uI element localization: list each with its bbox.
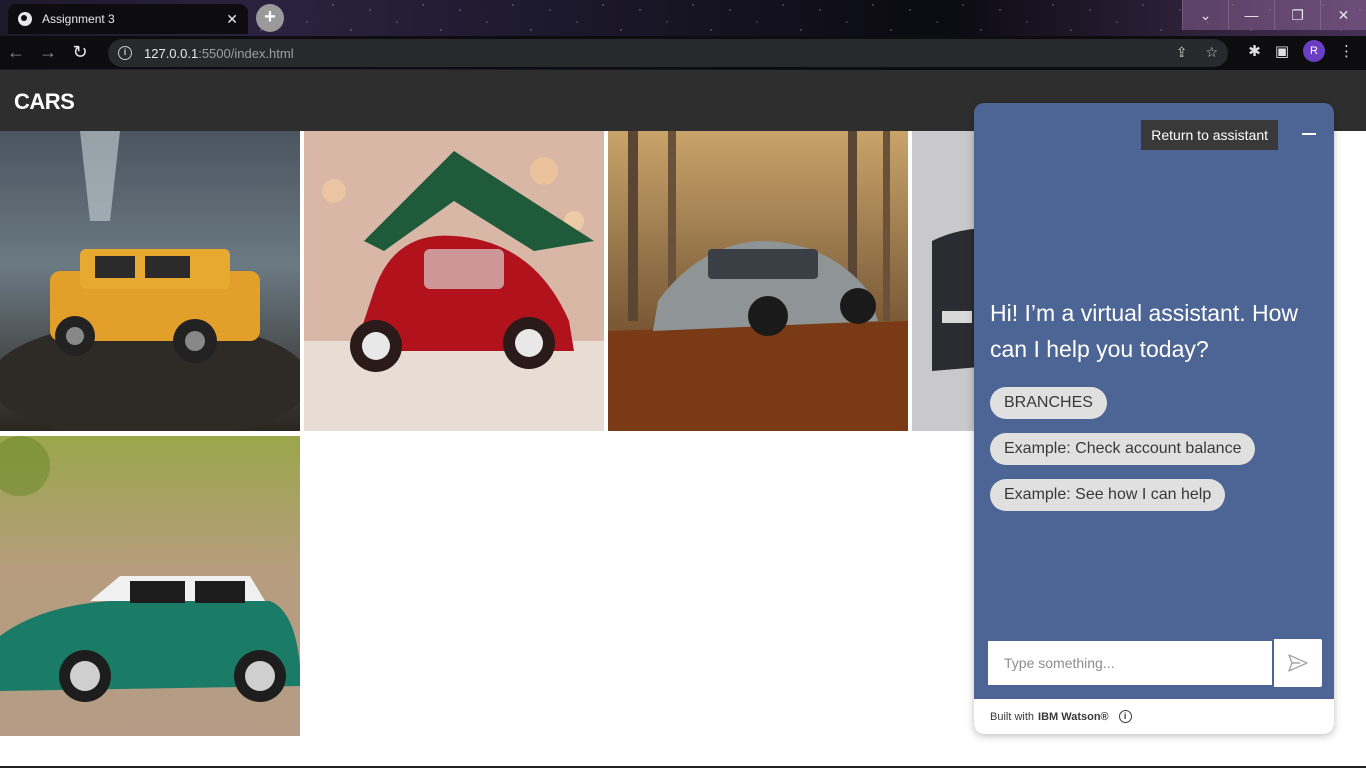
bookmark-star-icon[interactable]: ☆ (1205, 44, 1218, 61)
browser-tab[interactable]: Assignment 3 ✕ (8, 4, 248, 34)
restore-window-button[interactable]: ❐ (1274, 0, 1320, 30)
page-title: CARS (14, 89, 75, 114)
new-tab-button[interactable]: + (256, 4, 284, 32)
url-path: :5500/index.html (198, 45, 294, 61)
chip-branches[interactable]: BRANCHES (990, 387, 1107, 419)
tab-title: Assignment 3 (42, 12, 115, 26)
footer-prefix: Built with (990, 710, 1035, 723)
footer-brand: IBM Watson® (1038, 710, 1109, 723)
minimize-icon[interactable] (1302, 133, 1316, 135)
back-button[interactable]: ← (0, 39, 32, 67)
close-tab-icon[interactable]: ✕ (226, 11, 238, 28)
window-controls: ⌄ — ❐ ✕ (1182, 0, 1366, 30)
message-input[interactable]: Type something... (986, 639, 1274, 687)
car-image-red-beetle (304, 131, 604, 431)
address-bar[interactable]: i 127.0.0.1:5500/index.html ⇪ ☆ (108, 39, 1228, 67)
watson-assistant-panel: Return to assistant Hi! I’m a virtual as… (974, 103, 1334, 734)
url-host: 127.0.0.1 (144, 45, 199, 61)
car-image-grey-bmw (608, 131, 908, 431)
message-input-row: Type something... (986, 639, 1322, 687)
assistant-footer: Built with IBM Watson® i (974, 699, 1334, 734)
assistant-greeting: Hi! I’m a virtual assistant. How can I h… (990, 300, 1299, 362)
suggestion-chips: BRANCHES Example: Check account balance … (990, 387, 1256, 511)
info-icon[interactable]: i (1118, 710, 1132, 723)
return-to-assistant-button[interactable]: Return to assistant (1141, 120, 1278, 150)
share-icon[interactable]: ⇪ (1176, 44, 1188, 61)
send-button[interactable] (1274, 639, 1322, 687)
globe-icon (18, 12, 32, 26)
car-image-yellow-hummer (0, 131, 300, 431)
car-image-green-mini (0, 436, 300, 736)
chip-see-how-i-can-help[interactable]: Example: See how I can help (990, 479, 1226, 511)
browser-chrome: Assignment 3 ✕ + ⌄ — ❐ ✕ ← → ↻ i 127.0.0… (0, 0, 1366, 70)
extensions-icon[interactable]: ✱ (1248, 42, 1261, 60)
side-panel-icon[interactable]: ▣ (1275, 42, 1289, 60)
tab-search-icon[interactable]: ⌄ (1182, 0, 1228, 30)
chip-check-account-balance[interactable]: Example: Check account balance (990, 433, 1256, 465)
reload-button[interactable]: ↻ (64, 39, 96, 67)
profile-avatar[interactable]: R (1303, 40, 1325, 62)
forward-button[interactable]: → (32, 39, 64, 67)
menu-kebab-icon[interactable]: ⋮ (1339, 42, 1354, 60)
browser-toolbar: ← → ↻ i 127.0.0.1:5500/index.html ⇪ ☆ ✱ … (0, 36, 1366, 69)
close-window-button[interactable]: ✕ (1320, 0, 1366, 30)
site-info-icon[interactable]: i (118, 46, 132, 60)
minimize-window-button[interactable]: — (1228, 0, 1274, 30)
send-icon (1288, 654, 1308, 672)
